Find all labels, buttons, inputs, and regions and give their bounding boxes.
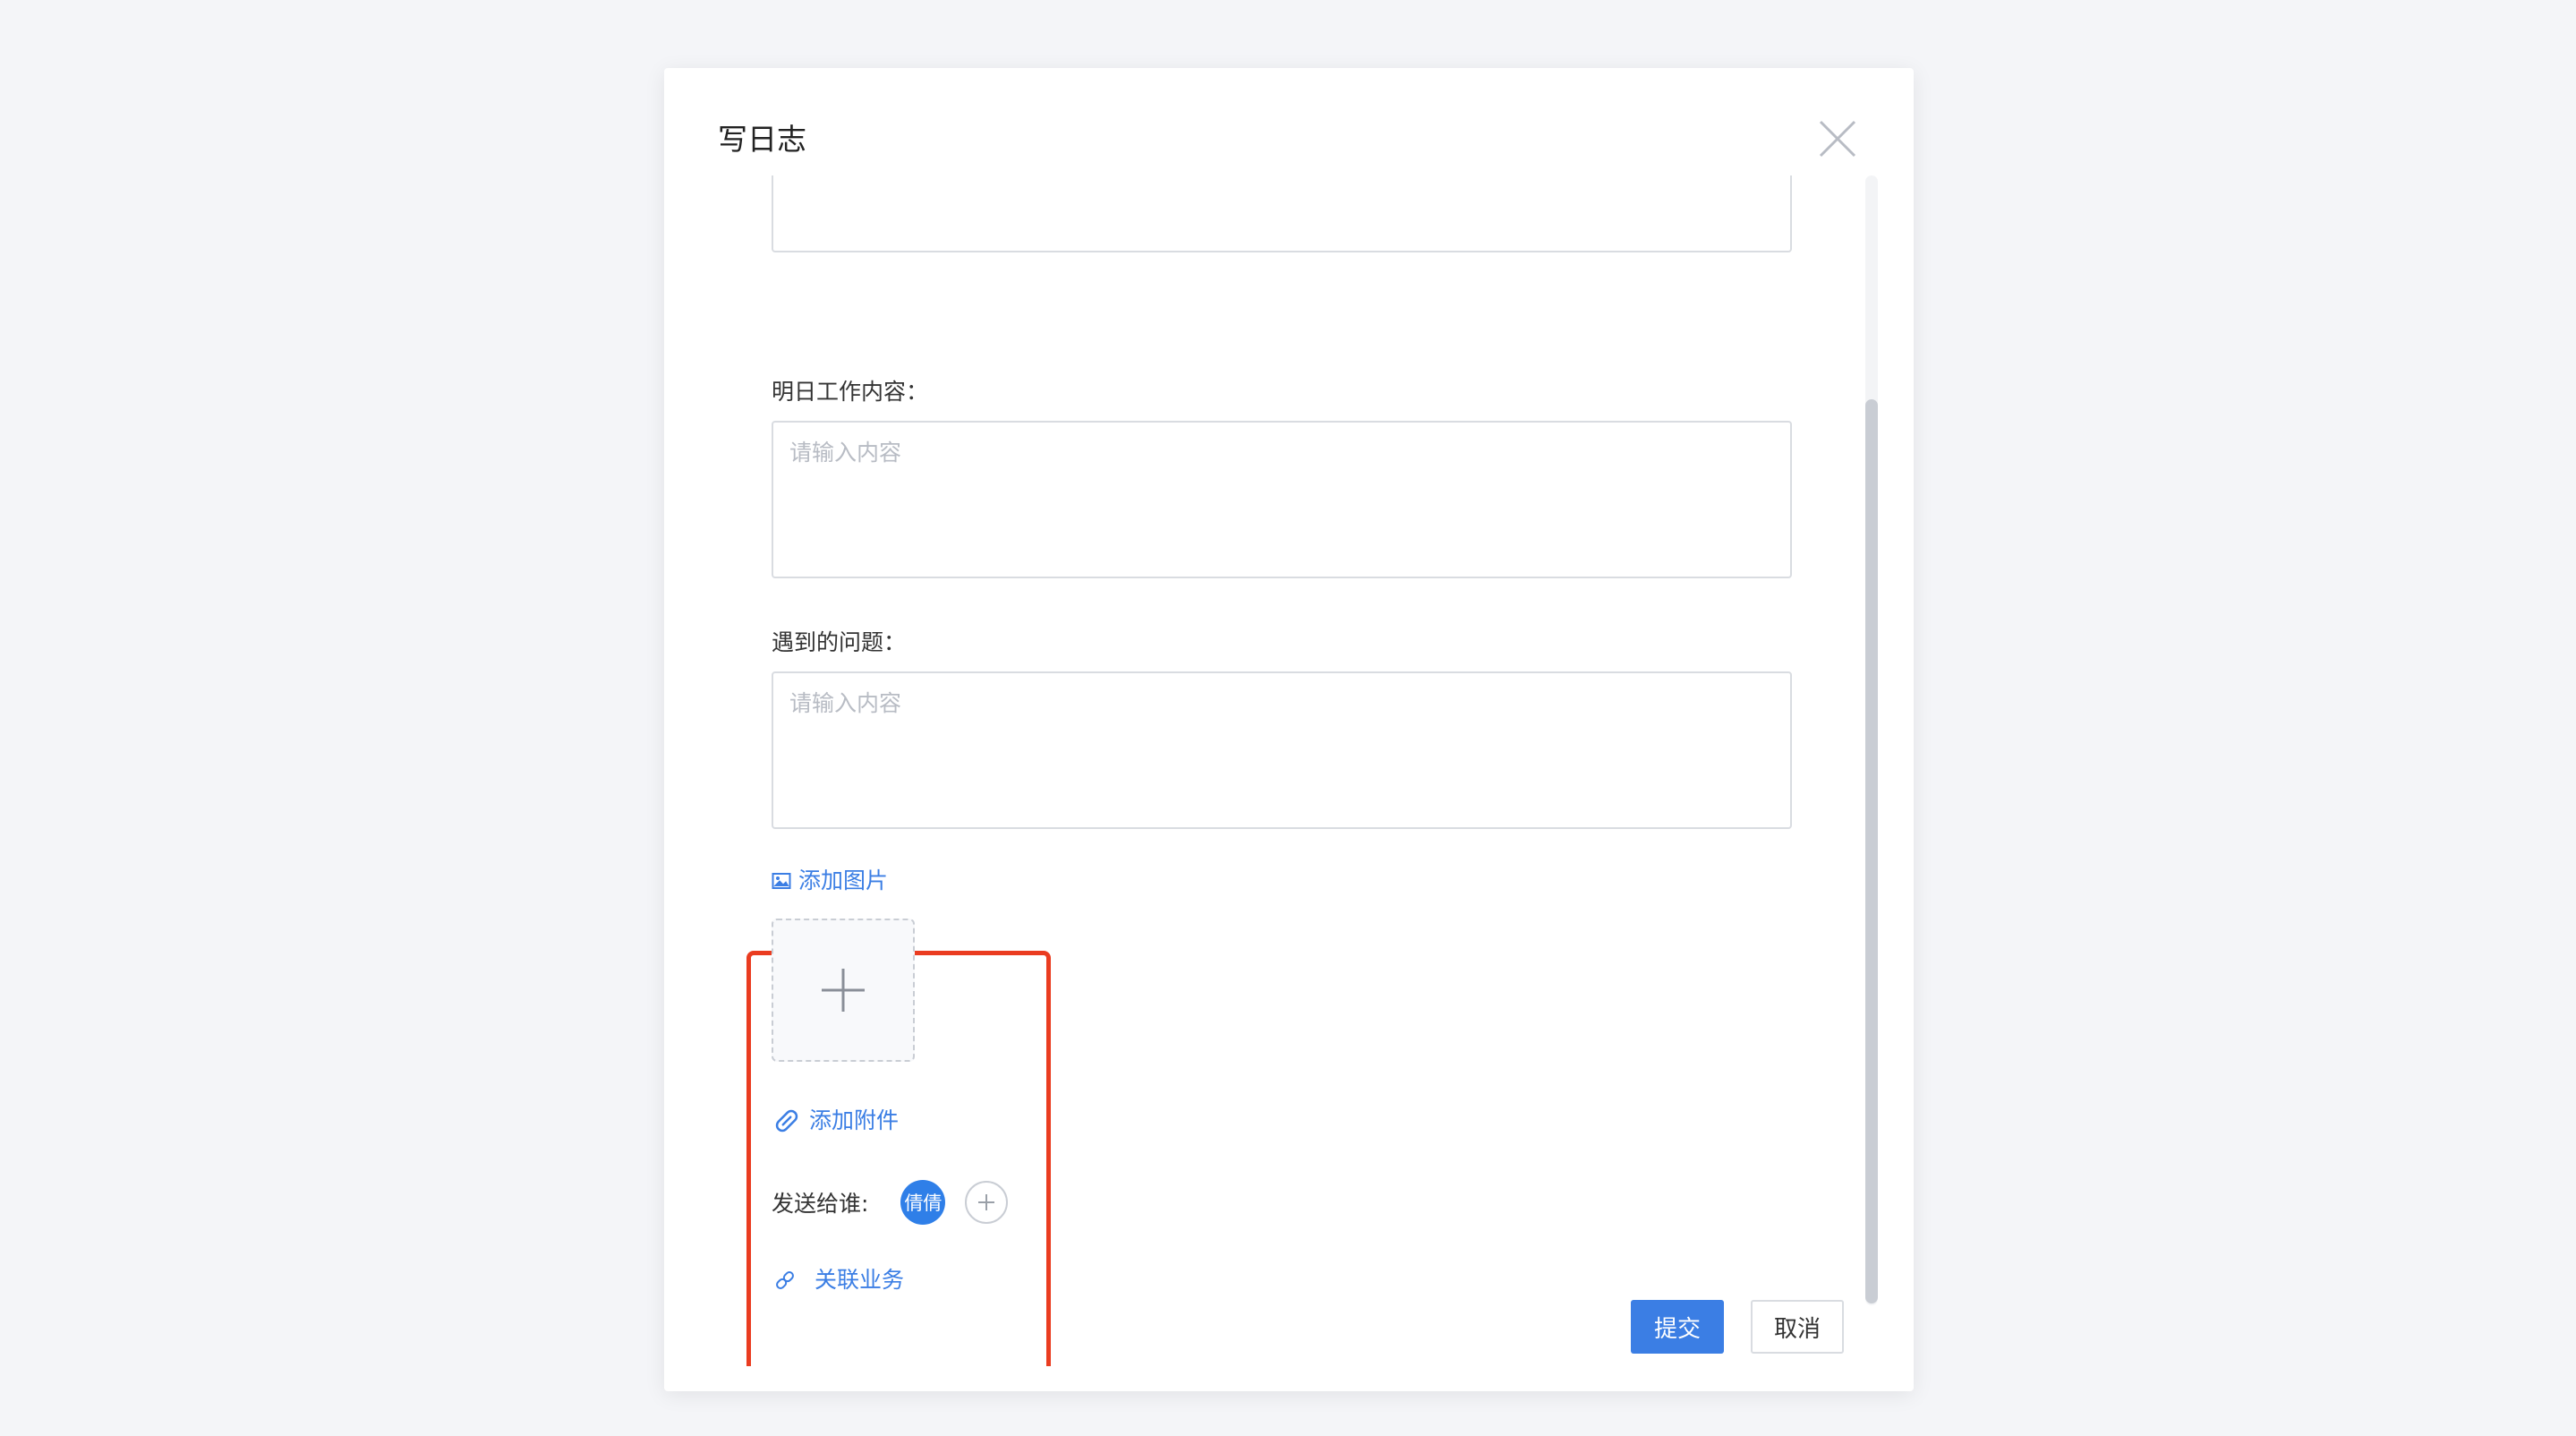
add-recipient-button[interactable] (965, 1181, 1009, 1224)
write-log-dialog: 写日志 明日工作内容： 遇到的问题： 添加图片 (664, 68, 1914, 1391)
close-icon (1819, 120, 1856, 158)
send-to-label: 发送给谁: (772, 1191, 869, 1217)
tomorrow-work-textarea[interactable] (772, 421, 1792, 578)
dialog-body: 明日工作内容： 遇到的问题： 添加图片 (664, 175, 1914, 1366)
previous-content-textarea[interactable] (772, 175, 1792, 252)
add-circle-icon (978, 1194, 995, 1210)
add-image-label: 添加图片 (798, 868, 889, 893)
tomorrow-work-label: 明日工作内容： (772, 379, 929, 405)
send-to-row: 发送给谁: 倩倩 (772, 1178, 1009, 1227)
paperclip-icon (772, 1106, 802, 1136)
submit-button[interactable]: 提交 (1631, 1300, 1724, 1354)
image-upload-box[interactable] (772, 919, 915, 1062)
recipient-avatar[interactable]: 倩倩 (900, 1180, 946, 1225)
add-attachment-link[interactable]: 添加附件 (772, 1105, 899, 1137)
cancel-button[interactable]: 取消 (1751, 1300, 1844, 1354)
plus-icon (822, 969, 865, 1012)
link-business-label: 关联业务 (815, 1267, 905, 1293)
issues-label: 遇到的问题： (772, 629, 907, 655)
scrollbar-thumb[interactable] (1865, 399, 1878, 1304)
link-business-link[interactable]: 关联业务 (773, 1264, 904, 1296)
issues-textarea[interactable] (772, 671, 1792, 829)
dialog-title: 写日志 (718, 122, 806, 157)
link-icon (773, 1269, 797, 1292)
image-icon (772, 872, 791, 890)
add-image-link[interactable]: 添加图片 (772, 865, 888, 897)
add-attachment-label: 添加附件 (809, 1107, 900, 1133)
close-button[interactable] (1817, 118, 1858, 159)
